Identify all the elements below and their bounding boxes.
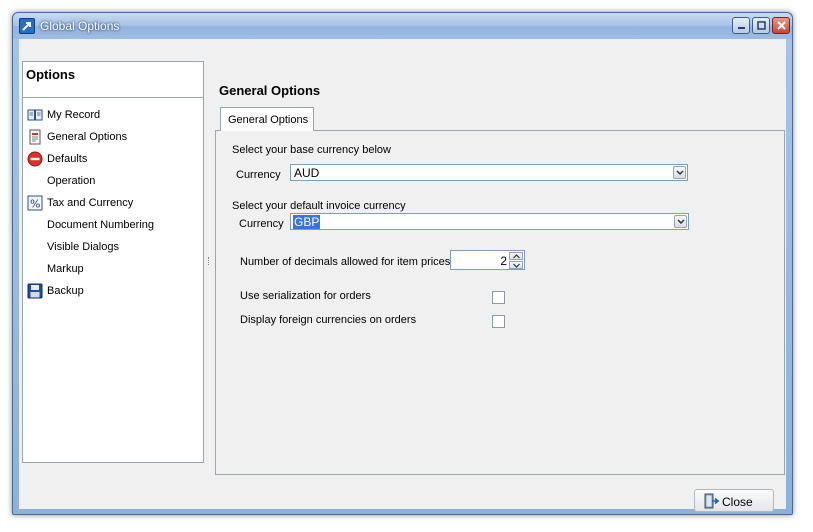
window-title: Global Options: [40, 19, 120, 33]
chevron-down-icon: [676, 170, 684, 176]
sidebar-header: Options: [23, 62, 203, 98]
sidebar-item-label: My Record: [47, 109, 101, 121]
sidebar-item-label: Defaults: [47, 153, 88, 165]
base-currency-label: Currency: [236, 169, 281, 181]
sidebar-item-label: Visible Dialogs: [47, 241, 119, 253]
decimals-stepper[interactable]: 2: [450, 250, 525, 270]
page-title: General Options: [219, 83, 321, 98]
sidebar-item-my-record[interactable]: My Record: [23, 104, 203, 126]
sidebar-item-backup[interactable]: Backup: [23, 280, 203, 302]
floppy-disk-icon: [27, 283, 43, 299]
document-icon: [29, 129, 41, 145]
close-icon: [777, 21, 786, 30]
minimize-button[interactable]: [732, 17, 750, 34]
base-currency-dropdown-button[interactable]: [673, 166, 686, 179]
splitter-grip: [208, 257, 212, 265]
svg-text:%: %: [30, 198, 40, 211]
maximize-button[interactable]: [752, 17, 770, 34]
invoice-currency-select[interactable]: GBP: [290, 213, 689, 230]
base-currency-value: AUD: [294, 166, 320, 180]
foreign-currencies-checkbox[interactable]: [492, 315, 505, 328]
sidebar-item-tax-and-currency[interactable]: % Tax and Currency: [23, 192, 203, 214]
options-sidebar: Options My Record General Options Defaul…: [22, 61, 204, 463]
close-window-button[interactable]: [772, 17, 790, 34]
chevron-up-icon: [513, 254, 520, 259]
percent-icon: %: [27, 195, 43, 211]
tab-general-options[interactable]: General Options: [220, 107, 314, 131]
maximize-icon: [757, 21, 766, 30]
sidebar-item-label: Markup: [47, 263, 84, 275]
no-entry-icon: [27, 151, 43, 167]
foreign-currencies-label: Display foreign currencies on orders: [240, 314, 417, 326]
sidebar-item-label: General Options: [47, 131, 128, 143]
sidebar-item-visible-dialogs[interactable]: Visible Dialogs: [23, 236, 203, 258]
serialization-checkbox[interactable]: [492, 291, 505, 304]
minimize-icon: [738, 27, 745, 29]
exit-door-icon: [704, 493, 719, 509]
decimals-increment-button[interactable]: [509, 252, 523, 260]
chevron-down-icon: [677, 219, 685, 225]
serialization-label: Use serialization for orders: [240, 290, 371, 302]
decimals-label: Number of decimals allowed for item pric…: [240, 256, 451, 268]
invoice-currency-label: Currency: [239, 218, 284, 230]
sidebar-item-markup[interactable]: Markup: [23, 258, 203, 280]
sidebar-item-label: Document Numbering: [47, 219, 154, 231]
sidebar-item-defaults[interactable]: Defaults: [23, 148, 203, 170]
sidebar-list: My Record General Options Defaults Opera…: [23, 104, 203, 302]
chevron-down-icon: [513, 263, 520, 268]
title-bar[interactable]: Global Options: [13, 13, 792, 39]
sidebar-item-operation[interactable]: Operation: [23, 170, 203, 192]
window-client-area: Options My Record General Options Defaul…: [19, 39, 786, 512]
options-window: Global Options Options My Record General…: [12, 12, 793, 515]
decimals-decrement-button[interactable]: [509, 261, 523, 269]
invoice-currency-dropdown-button[interactable]: [674, 215, 687, 228]
sidebar-item-general-options[interactable]: General Options: [23, 126, 203, 148]
decimals-value: 2: [500, 254, 507, 268]
sidebar-item-label: Tax and Currency: [47, 197, 134, 209]
invoice-currency-value: GBP: [293, 215, 321, 229]
close-button[interactable]: Close: [694, 489, 774, 512]
sidebar-item-label: Backup: [47, 285, 84, 297]
panel-splitter[interactable]: [207, 61, 213, 463]
base-currency-select[interactable]: AUD: [290, 164, 688, 181]
invoice-currency-heading: Select your default invoice currency: [232, 200, 406, 212]
app-arrow-icon: [19, 18, 35, 34]
sidebar-item-document-numbering[interactable]: Document Numbering: [23, 214, 203, 236]
book-icon: [27, 109, 43, 121]
sidebar-item-label: Operation: [47, 175, 96, 187]
base-currency-heading: Select your base currency below: [232, 144, 391, 156]
close-button-label: Close: [722, 495, 753, 509]
